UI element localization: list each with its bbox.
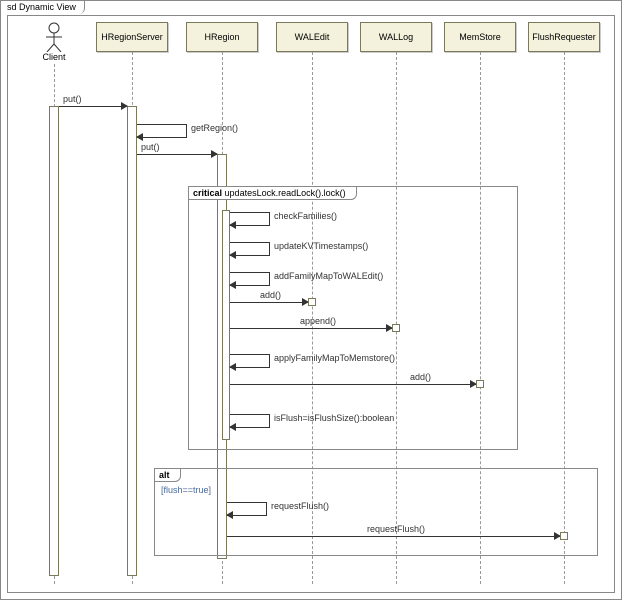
diagram-canvas: Client HRegionServer HRegion WALEdit WAL… [7, 15, 615, 593]
activation-memstore [476, 380, 484, 388]
msg-add-waledit: add() [230, 296, 308, 308]
msg-checkfamilies: checkFamilies() [230, 212, 270, 226]
activation-wallog [392, 324, 400, 332]
actor-icon [43, 22, 65, 52]
activation-waledit [308, 298, 316, 306]
alt-guard: [flush==true] [161, 485, 211, 495]
msg-requestflush-self: requestFlush() [227, 502, 267, 516]
activation-flushrequester [560, 532, 568, 540]
msg-append-wallog: append() [230, 322, 392, 334]
msg-addfamilywal: addFamilyMapToWALEdit() [230, 272, 270, 286]
fragment-critical-label: critical [193, 188, 222, 198]
frame-title-tab: sd Dynamic View [0, 0, 85, 14]
lifeline-wallog: WALLog [360, 22, 432, 52]
msg-put: put() [59, 100, 127, 112]
msg-updatekvts: updateKVTimestamps() [230, 242, 270, 256]
msg-isflush: isFlush=isFlushSize():boolean [230, 414, 270, 428]
lifeline-hregion: HRegion [186, 22, 258, 52]
msg-applymemstore: applyFamilyMapToMemstore() [230, 354, 270, 368]
fragment-alt-label: alt [159, 470, 170, 480]
lifeline-waledit: WALEdit [276, 22, 348, 52]
msg-getregion: getRegion() [137, 124, 187, 138]
sequence-diagram-frame: sd Dynamic View Client HRegionServer HRe… [0, 0, 622, 600]
frame-title: sd Dynamic View [7, 2, 76, 12]
msg-put2: put() [137, 148, 217, 160]
actor-client: Client [34, 22, 74, 62]
activation-hregionserver [127, 106, 137, 576]
activation-hregion-inner [222, 210, 230, 440]
lifeline-memstore: MemStore [444, 22, 516, 52]
activation-client [49, 106, 59, 576]
fragment-alt-tab: alt [154, 468, 181, 482]
lifeline-flushrequester: FlushRequester [528, 22, 600, 52]
fragment-alt: alt [flush==true] [154, 468, 598, 556]
actor-label: Client [34, 52, 74, 62]
fragment-critical-text: updatesLock.readLock().lock() [225, 188, 346, 198]
msg-requestflush: requestFlush() [227, 530, 560, 542]
msg-add-memstore: add() [230, 378, 476, 390]
fragment-critical-tab: critical updatesLock.readLock().lock() [188, 186, 357, 200]
lifeline-hregionserver: HRegionServer [96, 22, 168, 52]
